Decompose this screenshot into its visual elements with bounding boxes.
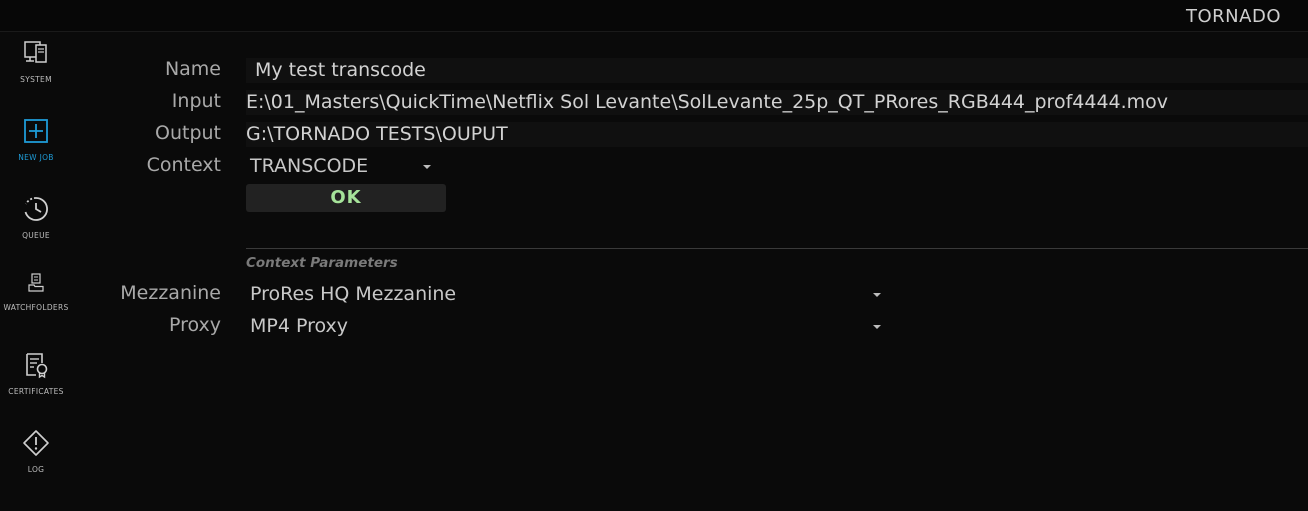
mezzanine-select[interactable]: ProRes HQ Mezzanine bbox=[250, 282, 886, 307]
input-path-field[interactable]: E:\01_Masters\QuickTime\Netflix Sol Leva… bbox=[246, 90, 1308, 115]
context-select-value: TRANSCODE bbox=[250, 155, 369, 177]
context-parameters-title: Context Parameters bbox=[246, 255, 398, 271]
sidebar-item-label: CERTIFICATES bbox=[8, 387, 64, 396]
output-path-field[interactable]: G:\TORNADO TESTS\OUPUT bbox=[246, 122, 1308, 147]
top-bar: TORNADO bbox=[0, 0, 1308, 32]
app-window: TORNADO SYSTEM NEW JOB QUEUE WATCHFOLDER… bbox=[0, 0, 1308, 511]
name-label: Name bbox=[164, 58, 221, 80]
sidebar-item-label: QUEUE bbox=[22, 231, 50, 240]
chevron-down-icon bbox=[873, 293, 881, 297]
chevron-down-icon bbox=[873, 325, 881, 329]
context-select[interactable]: TRANSCODE bbox=[250, 154, 436, 179]
output-label: Output bbox=[155, 122, 221, 144]
proxy-label: Proxy bbox=[168, 314, 221, 336]
sidebar-item-label: LOG bbox=[27, 465, 45, 474]
sidebar-item-label: WATCHFOLDERS bbox=[3, 303, 69, 312]
sidebar-item-log[interactable]: LOG bbox=[0, 429, 72, 474]
sidebar-item-certificates[interactable]: CERTIFICATES bbox=[0, 351, 72, 396]
mezzanine-label: Mezzanine bbox=[120, 282, 221, 304]
proxy-select-value: MP4 Proxy bbox=[250, 315, 349, 337]
section-divider bbox=[246, 248, 1308, 249]
sidebar-item-queue[interactable]: QUEUE bbox=[0, 195, 72, 240]
ok-button[interactable]: OK bbox=[246, 184, 446, 212]
mezzanine-select-value: ProRes HQ Mezzanine bbox=[250, 283, 457, 305]
input-label: Input bbox=[171, 90, 221, 112]
proxy-select[interactable]: MP4 Proxy bbox=[250, 314, 886, 339]
context-label: Context bbox=[146, 154, 221, 176]
name-field[interactable]: My test transcode bbox=[246, 58, 1308, 83]
queue-icon bbox=[24, 197, 48, 221]
brand-title: TORNADO bbox=[1186, 6, 1281, 27]
log-icon bbox=[23, 430, 49, 456]
chevron-down-icon bbox=[423, 165, 431, 169]
certificates-icon bbox=[26, 353, 48, 379]
